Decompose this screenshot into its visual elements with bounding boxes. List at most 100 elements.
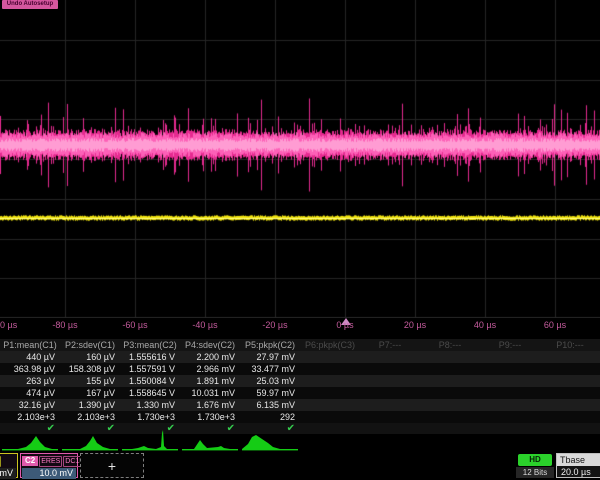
measurement-value: 1.891 mV bbox=[180, 375, 240, 387]
c2-eres-tag: ERES bbox=[39, 456, 62, 467]
measurement-header[interactable]: P5:pkpk(C2) bbox=[240, 339, 300, 351]
measurement-value bbox=[540, 399, 600, 411]
measurement-header[interactable]: P8:--- bbox=[420, 339, 480, 351]
measurement-value: 32.16 µV bbox=[0, 399, 60, 411]
c1-scale-value: 10.0 mV bbox=[0, 468, 16, 479]
waveform-grid-area[interactable]: Undo Autosetup bbox=[0, 0, 600, 318]
measurement-value bbox=[300, 387, 360, 399]
measurement-value: 27.97 mV bbox=[240, 351, 300, 363]
measurement-value: 2.103e+3 bbox=[60, 411, 120, 423]
measurement-header[interactable]: P7:--- bbox=[360, 339, 420, 351]
measurement-value bbox=[360, 363, 420, 375]
histicon-baseline bbox=[242, 449, 298, 450]
undo-autosetup-button[interactable]: Undo Autosetup bbox=[2, 0, 58, 9]
measurement-value: 59.97 mV bbox=[240, 387, 300, 399]
c1-coupling-tag: DC1M bbox=[0, 456, 1, 467]
measurement-value: 1.558645 V bbox=[120, 387, 180, 399]
measurement-value bbox=[360, 375, 420, 387]
measurement-value bbox=[480, 375, 540, 387]
measurement-value bbox=[480, 411, 540, 423]
c2-scale-value: 10.0 mV bbox=[22, 468, 76, 479]
measurement-value: 1.550084 V bbox=[120, 375, 180, 387]
histicon-strip bbox=[0, 430, 600, 451]
measurement-header[interactable]: P10:--- bbox=[540, 339, 600, 351]
measurement-value bbox=[420, 387, 480, 399]
measurement-value bbox=[300, 351, 360, 363]
measurement-header[interactable]: P9:--- bbox=[480, 339, 540, 351]
hd-mode-badge[interactable]: HD bbox=[518, 454, 552, 466]
measurement-value: 1.390 µV bbox=[60, 399, 120, 411]
measurement-value: 1.555616 V bbox=[120, 351, 180, 363]
channel-c2-descriptor[interactable]: C2 ERES DC1M 10.0 mV bbox=[20, 453, 78, 478]
measurement-value: 6.135 mV bbox=[240, 399, 300, 411]
time-axis-tick-label: -60 µs bbox=[122, 320, 147, 330]
measurement-value: 1.557591 V bbox=[120, 363, 180, 375]
histicon-graphics bbox=[0, 430, 600, 451]
oscilloscope-screen: Undo Autosetup -100 µs -80 µs -60 µs -40 µs… bbox=[0, 0, 600, 480]
timebase-value: 20.0 µs bbox=[557, 466, 600, 478]
measurement-header[interactable]: P1:mean(C1) bbox=[0, 339, 60, 351]
measurement-header[interactable]: P2:sdev(C1) bbox=[60, 339, 120, 351]
time-axis-tick-label: 60 µs bbox=[544, 320, 566, 330]
measurement-value: 155 µV bbox=[60, 375, 120, 387]
channel-c1-descriptor[interactable]: C1 DC1M 10.0 mV bbox=[0, 453, 18, 478]
measurement-value bbox=[540, 387, 600, 399]
measurement-value: 292 bbox=[240, 411, 300, 423]
time-axis-tick-label: -20 µs bbox=[262, 320, 287, 330]
measurement-table: P1:mean(C1)P2:sdev(C1)P3:mean(C2)P4:sdev… bbox=[0, 339, 600, 434]
measurement-value: 2.966 mV bbox=[180, 363, 240, 375]
measurement-value bbox=[540, 375, 600, 387]
time-axis-tick-label: 0 µs bbox=[336, 320, 353, 330]
measurement-value bbox=[480, 351, 540, 363]
histicon-baseline bbox=[2, 449, 58, 450]
measurement-value: 1.730e+3 bbox=[120, 411, 180, 423]
measurement-value bbox=[360, 411, 420, 423]
descriptor-bar: C1 DC1M 10.0 mV C2 ERES DC1M 10.0 mV + H… bbox=[0, 452, 600, 480]
measurement-value: 263 µV bbox=[0, 375, 60, 387]
measurement-value bbox=[540, 363, 600, 375]
histicon bbox=[242, 435, 280, 449]
measurement-value bbox=[420, 351, 480, 363]
measurement-value: 167 µV bbox=[60, 387, 120, 399]
plus-icon: + bbox=[108, 458, 116, 474]
measurement-header[interactable]: P4:sdev(C2) bbox=[180, 339, 240, 351]
time-axis-tick-label: 20 µs bbox=[404, 320, 426, 330]
waveform-canvas[interactable] bbox=[0, 0, 600, 318]
measurement-value bbox=[420, 411, 480, 423]
measurement-header[interactable]: P3:mean(C2) bbox=[120, 339, 180, 351]
measurement-value bbox=[300, 363, 360, 375]
measurement-value: 2.103e+3 bbox=[0, 411, 60, 423]
measurement-value bbox=[300, 375, 360, 387]
histicon-baseline bbox=[62, 449, 118, 450]
measurement-value: 1.730e+3 bbox=[180, 411, 240, 423]
measurement-value: 2.200 mV bbox=[180, 351, 240, 363]
measurement-value bbox=[300, 411, 360, 423]
measurement-value: 25.03 mV bbox=[240, 375, 300, 387]
measurement-value: 10.031 mV bbox=[180, 387, 240, 399]
measurement-value bbox=[480, 363, 540, 375]
measurement-value: 158.308 µV bbox=[60, 363, 120, 375]
time-axis-tick-label: 40 µs bbox=[474, 320, 496, 330]
measurement-value bbox=[540, 351, 600, 363]
hd-bits-label: 12 Bits bbox=[516, 467, 554, 478]
time-axis-labels: -100 µs -80 µs -60 µs -40 µs -20 µs 0 µs 20 µs… bbox=[0, 320, 600, 333]
measurement-value: 474 µV bbox=[0, 387, 60, 399]
measurement-value: 1.330 mV bbox=[120, 399, 180, 411]
measurement-value: 1.676 mV bbox=[180, 399, 240, 411]
histicon bbox=[194, 440, 230, 449]
time-axis-tick-label: -40 µs bbox=[192, 320, 217, 330]
measurement-header[interactable]: P6:pkpk(C3) bbox=[300, 339, 360, 351]
add-channel-button[interactable]: + bbox=[80, 453, 144, 478]
measurement-value bbox=[360, 399, 420, 411]
timebase-descriptor[interactable]: Tbase 20.0 µs bbox=[556, 453, 600, 478]
time-axis-tick-label: -80 µs bbox=[52, 320, 77, 330]
measurement-value: 33.477 mV bbox=[240, 363, 300, 375]
histicon bbox=[80, 436, 110, 449]
time-axis-tick-label: -100 µs bbox=[0, 320, 17, 330]
measurement-value bbox=[360, 351, 420, 363]
measurement-value bbox=[420, 363, 480, 375]
measurement-value bbox=[420, 399, 480, 411]
measurement-value bbox=[540, 411, 600, 423]
histicon bbox=[132, 430, 167, 449]
measurement-value: 160 µV bbox=[60, 351, 120, 363]
